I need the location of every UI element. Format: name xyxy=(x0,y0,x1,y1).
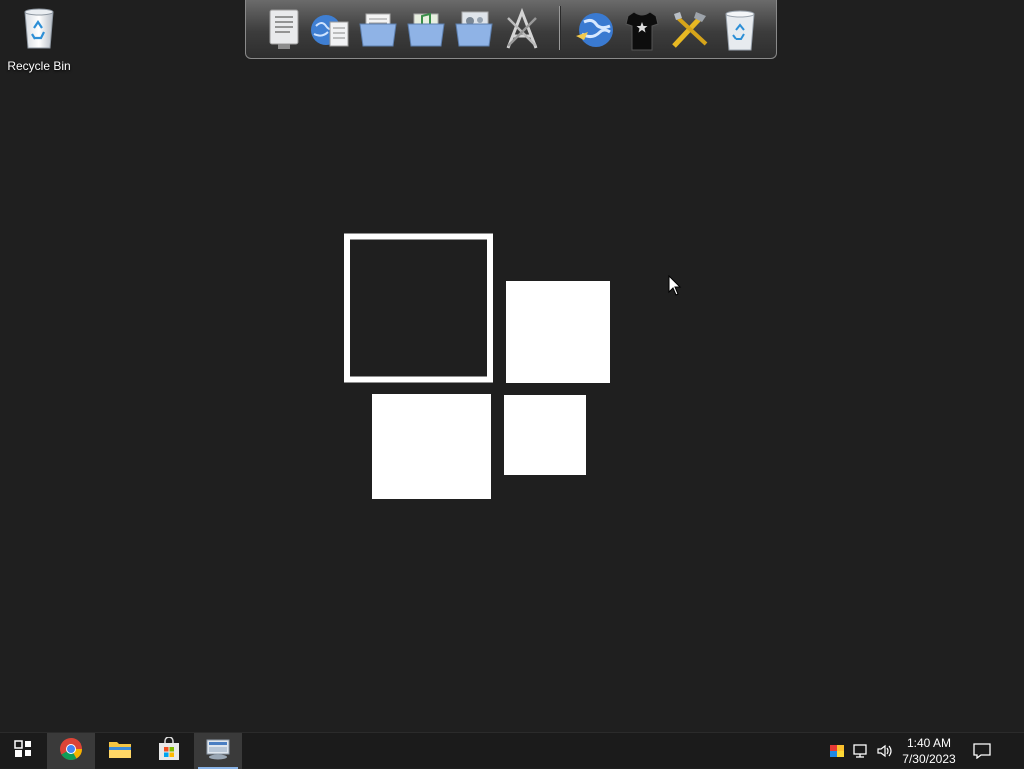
documents-folder-icon xyxy=(356,13,400,56)
notification-icon[interactable] xyxy=(972,742,992,760)
color-app-icon[interactable] xyxy=(828,742,846,760)
clock-time: 1:40 AM xyxy=(906,736,952,750)
desktop-icon-label: Recycle Bin xyxy=(7,59,71,73)
web-document-icon xyxy=(308,15,352,56)
pictures-folder-icon xyxy=(452,11,496,56)
logo-square-outline xyxy=(344,233,493,383)
tshirt-theme-icon xyxy=(620,11,664,56)
desktop-icon-recycle-bin[interactable]: Recycle Bin xyxy=(4,6,74,76)
dock-item-music-folder[interactable] xyxy=(404,6,448,52)
dock xyxy=(245,0,777,59)
network-icon[interactable] xyxy=(852,742,870,760)
task-view-button[interactable] xyxy=(0,733,48,769)
task-view-icon xyxy=(13,739,35,764)
desktop: Recycle Bin xyxy=(0,0,1024,732)
logo-square-right xyxy=(506,281,610,383)
logo-square-bottom-right xyxy=(504,395,586,475)
center-logo xyxy=(344,233,610,499)
globe-browser-icon xyxy=(572,13,616,56)
clock[interactable]: 1:40 AM 7/30/2023 xyxy=(896,735,962,767)
dock-item-tshirt-theme[interactable] xyxy=(620,6,664,52)
clock-date: 7/30/2023 xyxy=(902,752,956,766)
taskbar-file-explorer-button[interactable] xyxy=(96,733,144,769)
tools-icon xyxy=(668,12,712,56)
trash-icon xyxy=(718,10,762,56)
dock-item-globe-browser[interactable] xyxy=(572,6,616,52)
dock-separator xyxy=(559,6,560,50)
taskbar-chrome-button[interactable] xyxy=(47,733,95,769)
volume-icon[interactable] xyxy=(876,742,894,760)
taskbar-dock-app-button[interactable] xyxy=(194,733,242,769)
dock-item-tools[interactable] xyxy=(668,6,712,52)
dock-item-trash[interactable] xyxy=(718,6,762,52)
logo-square-bottom-left xyxy=(372,394,491,499)
mouse-cursor-icon xyxy=(668,274,682,302)
applications-icon xyxy=(500,7,544,56)
dock-item-documents-folder[interactable] xyxy=(356,6,400,52)
chrome-icon xyxy=(59,737,83,766)
taskbar-microsoft-store-button[interactable] xyxy=(145,733,193,769)
dock-item-text-editor[interactable] xyxy=(262,6,306,52)
dock-item-applications[interactable] xyxy=(500,6,544,52)
music-folder-icon xyxy=(404,12,448,56)
dock-item-pictures-folder[interactable] xyxy=(452,6,496,52)
dock-item-web-document[interactable] xyxy=(308,6,352,52)
recycle-bin-icon xyxy=(19,6,59,55)
microsoft-store-icon xyxy=(157,735,181,766)
taskbar: 1:40 AM 7/30/2023 xyxy=(0,732,1024,769)
text-editor-icon xyxy=(262,9,306,56)
file-explorer-icon xyxy=(108,738,132,765)
dock-app-icon xyxy=(205,737,231,766)
